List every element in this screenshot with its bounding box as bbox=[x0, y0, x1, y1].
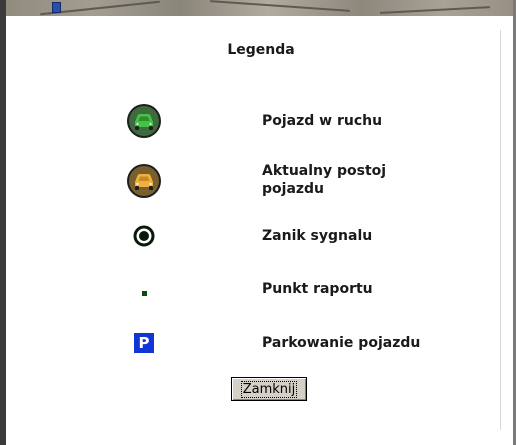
stopped-vehicle-icon bbox=[124, 161, 164, 201]
map-road bbox=[210, 0, 350, 12]
parking-icon: P bbox=[124, 323, 164, 363]
legend-label: Zanik sygnalu bbox=[262, 228, 373, 244]
legend-label: Pojazd w ruchu bbox=[262, 113, 383, 129]
map-road bbox=[380, 6, 490, 14]
map-background bbox=[0, 0, 516, 16]
legend-label: Parkowanie pojazdu bbox=[262, 335, 421, 351]
report-point-icon bbox=[124, 271, 164, 311]
legend-dialog: Legenda Pojazd w ruchu Aktualny postoj p… bbox=[6, 16, 513, 445]
signal-loss-icon bbox=[124, 216, 164, 256]
moving-vehicle-icon bbox=[124, 101, 164, 141]
dialog-edge bbox=[500, 30, 511, 430]
legend-label: Punkt raportu bbox=[262, 281, 373, 297]
legend-label: Aktualny postoj pojazdu bbox=[262, 163, 387, 197]
dialog-title: Legenda bbox=[227, 42, 295, 58]
map-marker-icon bbox=[52, 2, 61, 13]
close-button[interactable]: Zamknij bbox=[231, 377, 307, 401]
close-button-label: Zamknij bbox=[240, 380, 298, 398]
